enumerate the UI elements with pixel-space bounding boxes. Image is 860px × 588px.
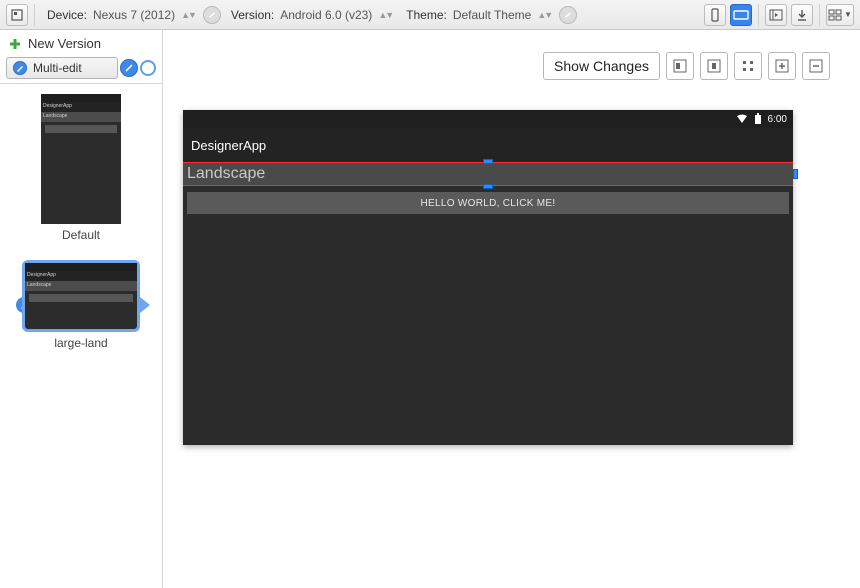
cancel-icon xyxy=(207,10,217,20)
cancel-icon xyxy=(563,10,573,20)
device-preview[interactable]: 6:00 DesignerApp Landscape HELLO WORLD, … xyxy=(183,110,793,445)
layout-grid-button[interactable]: ▼ xyxy=(826,4,854,26)
align-left-icon xyxy=(673,59,687,73)
status-time: 6:00 xyxy=(768,114,787,125)
orientation-text: Landscape xyxy=(187,165,265,183)
plus-icon xyxy=(8,37,22,51)
theme-reset-button[interactable] xyxy=(559,6,577,24)
wifi-icon xyxy=(736,114,748,124)
resize-handle-right[interactable] xyxy=(793,169,798,179)
multi-edit-toggle-a[interactable] xyxy=(120,59,138,77)
selected-textview[interactable]: Landscape xyxy=(183,162,793,186)
download-icon xyxy=(796,9,808,21)
new-version-label: New Version xyxy=(28,36,101,51)
show-changes-button[interactable]: Show Changes xyxy=(543,52,660,80)
separator xyxy=(819,4,820,26)
slash-icon xyxy=(124,63,134,73)
align-center-icon xyxy=(707,59,721,73)
thumbnail-portrait: DesignerApp Landscape xyxy=(41,94,121,224)
insets-icon xyxy=(769,9,783,21)
variant-large-land[interactable]: DesignerApp Landscape large-land xyxy=(22,260,140,350)
portrait-icon xyxy=(709,8,721,22)
remove-frame-button[interactable] xyxy=(802,52,830,80)
resize-handle-bottom[interactable] xyxy=(483,184,493,189)
device-reset-button[interactable] xyxy=(203,6,221,24)
battery-icon xyxy=(754,113,762,125)
app-title: DesignerApp xyxy=(191,138,266,153)
thumbnail-landscape: DesignerApp Landscape xyxy=(22,260,140,332)
toggle-insets-button[interactable] xyxy=(765,4,787,26)
variant-default[interactable]: DesignerApp Landscape Default xyxy=(41,94,121,242)
variant-label: Default xyxy=(62,228,100,242)
design-canvas: Show Changes 6:00 D xyxy=(163,30,860,588)
multi-edit-label: Multi-edit xyxy=(33,61,82,75)
separator xyxy=(758,4,759,26)
add-frame-button[interactable] xyxy=(768,52,796,80)
landscape-icon xyxy=(733,9,749,21)
resize-handle-top[interactable] xyxy=(483,159,493,164)
app-bar: DesignerApp xyxy=(183,128,793,162)
top-toolbar: Device: Nexus 7 (2012) ▲▼ Version: Andro… xyxy=(0,0,860,30)
version-value[interactable]: Android 6.0 (v23) xyxy=(280,8,372,22)
plus-frame-icon xyxy=(775,59,789,73)
multi-edit-toggle-b[interactable] xyxy=(140,60,156,76)
align-left-button[interactable] xyxy=(666,52,694,80)
hello-world-button[interactable]: HELLO WORLD, CLICK ME! xyxy=(187,192,789,214)
expand-icon xyxy=(741,59,755,73)
orientation-landscape-button[interactable] xyxy=(730,4,752,26)
device-value[interactable]: Nexus 7 (2012) xyxy=(93,8,175,22)
separator xyxy=(34,4,35,26)
hello-world-label: HELLO WORLD, CLICK ME! xyxy=(421,198,556,209)
chevron-updown-icon[interactable]: ▲▼ xyxy=(181,10,195,20)
variants-sidebar: New Version Multi-edit DesignerApp Lands… xyxy=(0,30,163,588)
version-label: Version: xyxy=(231,8,274,22)
variant-label: large-land xyxy=(54,336,107,350)
device-label: Device: xyxy=(47,8,87,22)
pencil-icon xyxy=(15,63,25,73)
chevron-updown-icon[interactable]: ▲▼ xyxy=(537,10,551,20)
orientation-portrait-button[interactable] xyxy=(704,4,726,26)
new-version-button[interactable]: New Version xyxy=(0,30,162,55)
overview-icon xyxy=(11,9,23,21)
active-arrow-icon xyxy=(140,297,150,313)
status-bar: 6:00 xyxy=(183,110,793,128)
overview-icon-button[interactable] xyxy=(6,4,28,26)
pencil-icon-wrap xyxy=(13,61,27,75)
chevron-down-icon: ▼ xyxy=(844,10,852,19)
download-button[interactable] xyxy=(791,4,813,26)
theme-label: Theme: xyxy=(406,8,447,22)
minus-frame-icon xyxy=(809,59,823,73)
grid-icon xyxy=(828,9,842,21)
theme-value[interactable]: Default Theme xyxy=(453,8,532,22)
multi-edit-button[interactable]: Multi-edit xyxy=(6,57,118,79)
expand-button[interactable] xyxy=(734,52,762,80)
chevron-updown-icon[interactable]: ▲▼ xyxy=(378,10,392,20)
align-center-button[interactable] xyxy=(700,52,728,80)
